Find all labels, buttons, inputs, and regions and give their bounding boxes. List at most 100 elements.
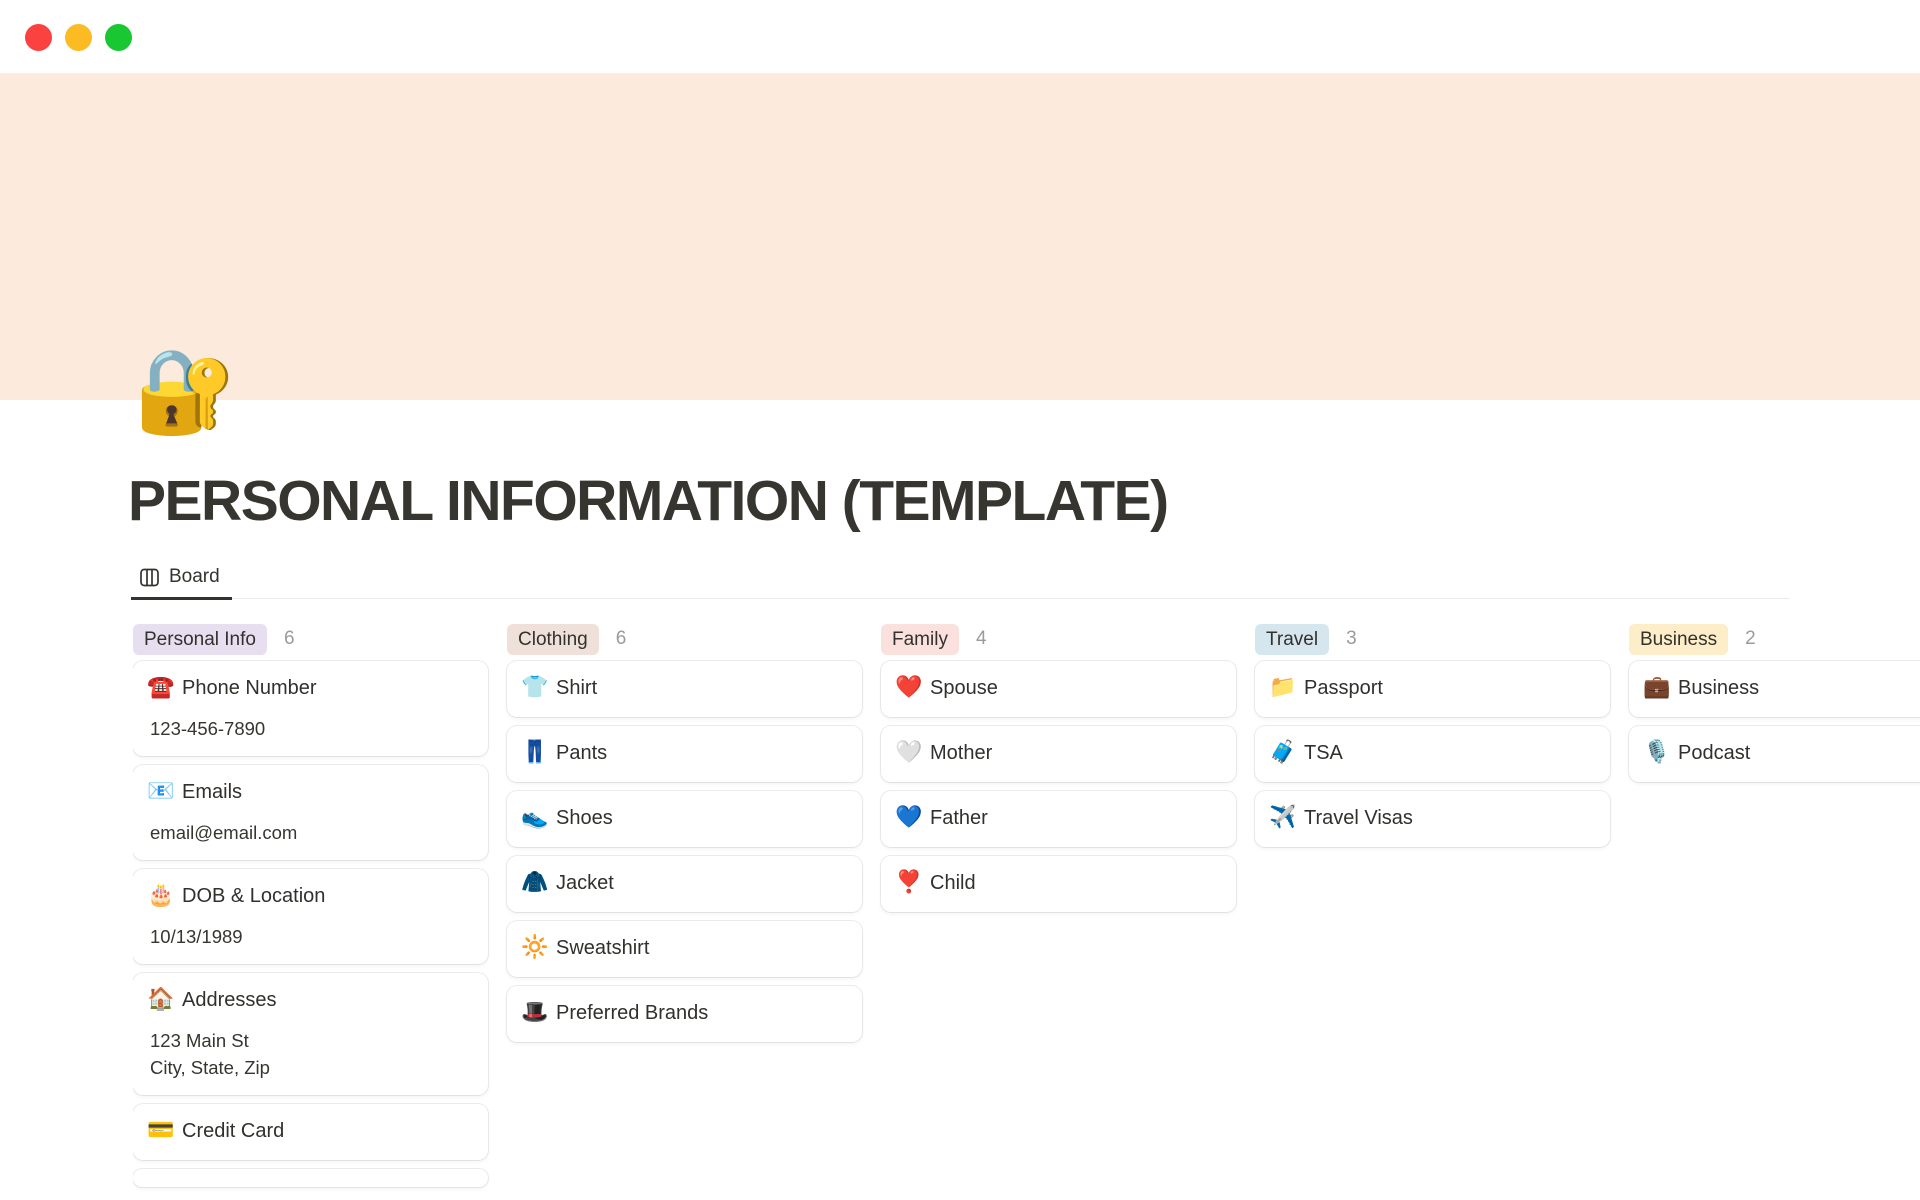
card-title: Addresses: [182, 988, 277, 1011]
card-title-row: 🎩 Preferred Brands: [521, 998, 846, 1028]
column-header: Business 2: [1629, 617, 1920, 661]
zoom-window-button[interactable]: [105, 24, 132, 51]
white-heart-icon: 🤍: [895, 740, 923, 765]
card-subtext-line: email@email.com: [150, 822, 298, 843]
board-card[interactable]: 👖 Pants: [507, 726, 862, 782]
card-title-row: 🏠 Addresses: [147, 985, 472, 1015]
board-card[interactable]: ☎️ Phone Number 123-456-7890: [133, 661, 488, 756]
board-card[interactable]: 🤍 Mother: [881, 726, 1236, 782]
column-header: Personal Info 6: [133, 617, 488, 661]
credit-card-icon: 💳: [147, 1118, 175, 1143]
card-title: Shoes: [556, 806, 613, 829]
board-card[interactable]: 🧥 Jacket: [507, 856, 862, 912]
board-card[interactable]: 🎩 Preferred Brands: [507, 986, 862, 1042]
board-card[interactable]: 📁 Passport: [1255, 661, 1610, 717]
card-title-row: ❤️ Spouse: [895, 673, 1220, 703]
board-card[interactable]: ❤️ Spouse: [881, 661, 1236, 717]
heart-exclamation-icon: ❣️: [895, 870, 923, 895]
card-title-row: 👖 Pants: [521, 738, 846, 768]
card-title: Spouse: [930, 676, 998, 699]
card-title: Shirt: [556, 676, 598, 699]
column-tag[interactable]: Clothing: [507, 623, 599, 655]
sneaker-icon: 👟: [521, 805, 549, 830]
card-subtext-line: 123-456-7890: [150, 718, 266, 739]
card-title: Mother: [930, 741, 993, 764]
board-card[interactable]: 🔆 Sweatshirt: [507, 921, 862, 977]
kanban-board: Personal Info 6 ☎️ Phone Number 123-456-7890…: [133, 617, 1920, 1200]
card-subtext: 123 Main St City, State, Zip: [150, 1027, 472, 1081]
card-title-row: 🎂 DOB & Location: [147, 881, 472, 911]
board-card[interactable]: 👕 Shirt: [507, 661, 862, 717]
page-cover-banner[interactable]: [0, 73, 1920, 400]
board-column-clothing: Clothing 6 👕 Shirt 👖 Pants 👟 Shoes 🧥 Jacket 🔆 Sweat…: [507, 617, 862, 1200]
email-icon: 📧: [147, 779, 175, 804]
card-title: Father: [930, 806, 988, 829]
view-tabs-bar: Board: [131, 556, 1790, 600]
card-title: Child: [930, 871, 976, 894]
window-titlebar: [0, 0, 1920, 73]
column-tag[interactable]: Business: [1629, 623, 1729, 655]
card-title: Passport: [1304, 676, 1383, 699]
card-title: Business: [1678, 676, 1760, 699]
board-card-partial[interactable]: [133, 1169, 488, 1187]
card-title: DOB & Location: [182, 884, 326, 907]
house-icon: 🏠: [147, 987, 175, 1012]
board-card[interactable]: 🧳 TSA: [1255, 726, 1610, 782]
tab-board[interactable]: Board: [131, 557, 232, 600]
card-title: Podcast: [1678, 741, 1751, 764]
card-title-row: 👟 Shoes: [521, 803, 846, 833]
minimize-window-button[interactable]: [65, 24, 92, 51]
page-title[interactable]: PERSONAL INFORMATION (TEMPLATE): [128, 468, 1169, 534]
microphone-icon: 🎙️: [1643, 740, 1671, 765]
column-count: 6: [615, 628, 627, 649]
board-column-personal-info: Personal Info 6 ☎️ Phone Number 123-456-7890…: [133, 617, 488, 1200]
locked-with-key-icon[interactable]: 🔐: [134, 344, 236, 440]
board-card[interactable]: 💼 Business: [1629, 661, 1920, 717]
card-title-row: ❣️ Child: [895, 868, 1220, 898]
card-subtext-line: City, State, Zip: [150, 1057, 270, 1078]
coat-icon: 🧥: [521, 870, 549, 895]
card-subtext: email@email.com: [150, 819, 472, 846]
close-window-button[interactable]: [25, 24, 52, 51]
telephone-icon: ☎️: [147, 675, 175, 700]
card-title-row: 💳 Credit Card: [147, 1116, 472, 1146]
airplane-icon: ✈️: [1269, 805, 1297, 830]
tab-board-label: Board: [169, 566, 220, 587]
card-title-row: 💼 Business: [1643, 673, 1920, 703]
board-card[interactable]: 📧 Emails email@email.com: [133, 765, 488, 860]
board-card[interactable]: ❣️ Child: [881, 856, 1236, 912]
birthday-cake-icon: 🎂: [147, 883, 175, 908]
column-tag[interactable]: Personal Info: [133, 623, 267, 655]
red-heart-icon: ❤️: [895, 675, 923, 700]
column-tag[interactable]: Travel: [1255, 623, 1330, 655]
column-header: Travel 3: [1255, 617, 1610, 661]
board-view-icon: [140, 568, 159, 586]
card-title: Travel Visas: [1304, 806, 1413, 829]
board-card[interactable]: 🏠 Addresses 123 Main St City, State, Zip: [133, 973, 488, 1095]
board-card[interactable]: 💳 Credit Card: [133, 1104, 488, 1160]
card-title-row: 🎙️ Podcast: [1643, 738, 1920, 768]
card-title: Credit Card: [182, 1119, 285, 1142]
blue-heart-icon: 💙: [895, 805, 923, 830]
board-card[interactable]: ✈️ Travel Visas: [1255, 791, 1610, 847]
board-card[interactable]: 💙 Father: [881, 791, 1236, 847]
briefcase-icon: 💼: [1643, 675, 1671, 700]
column-header: Family 4: [881, 617, 1236, 661]
card-subtext-line: 10/13/1989: [150, 926, 243, 947]
column-tag[interactable]: Family: [881, 623, 959, 655]
board-card[interactable]: 👟 Shoes: [507, 791, 862, 847]
card-title-row: 🧳 TSA: [1269, 738, 1594, 768]
card-title-row: 🧥 Jacket: [521, 868, 846, 898]
card-subtext: 123-456-7890: [150, 715, 472, 742]
board-column-travel: Travel 3 📁 Passport 🧳 TSA ✈️ Travel Visas: [1255, 617, 1610, 1200]
column-count: 3: [1346, 628, 1357, 649]
column-header: Clothing 6: [507, 617, 862, 661]
jeans-icon: 👖: [521, 740, 549, 765]
column-count: 6: [283, 628, 295, 649]
card-title: Jacket: [556, 871, 614, 894]
card-title: Emails: [182, 780, 243, 803]
board-column-family: Family 4 ❤️ Spouse 🤍 Mother 💙 Father ❣️ Child: [881, 617, 1236, 1200]
board-card[interactable]: 🎂 DOB & Location 10/13/1989: [133, 869, 488, 964]
board-card[interactable]: 🎙️ Podcast: [1629, 726, 1920, 782]
luggage-icon: 🧳: [1269, 740, 1297, 765]
